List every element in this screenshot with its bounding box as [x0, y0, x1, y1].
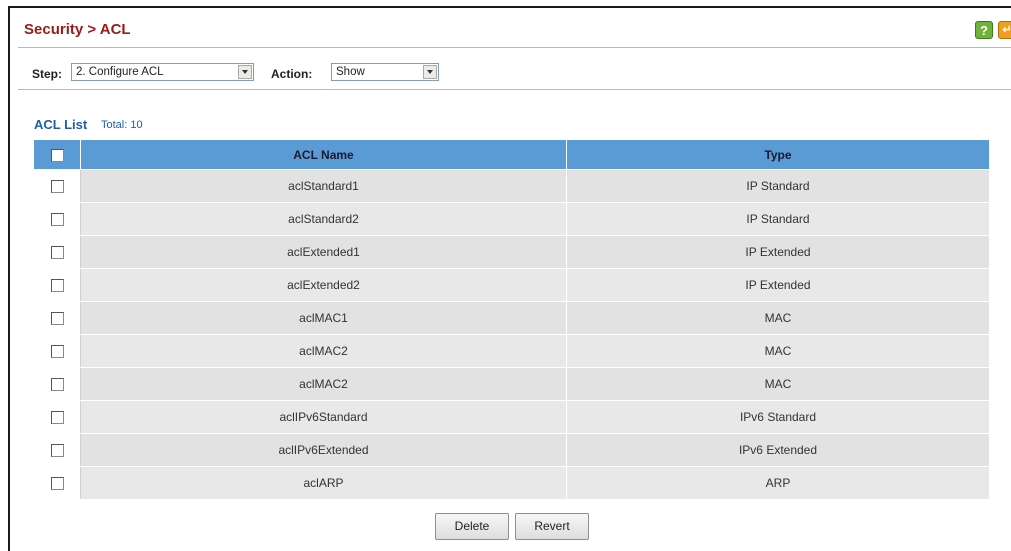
- row-select-cell: [33, 268, 81, 302]
- row-select-cell: [33, 169, 81, 203]
- acl-name-cell: aclARP: [80, 466, 567, 500]
- delete-button[interactable]: Delete: [435, 513, 509, 540]
- row-select-cell: [33, 334, 81, 368]
- action-select-value: Show: [336, 66, 365, 78]
- acl-name-cell: aclIPv6Extended: [80, 433, 567, 467]
- acl-name-cell: aclMAC2: [80, 334, 567, 368]
- row-checkbox[interactable]: [50, 312, 64, 326]
- table-row: aclExtended2 IP Extended: [33, 268, 990, 302]
- table-header-row: ACL Name Type: [33, 139, 990, 170]
- divider: [18, 47, 1011, 48]
- table-row: aclStandard2 IP Standard: [33, 202, 990, 236]
- acl-name-cell: aclExtended1: [80, 235, 567, 269]
- divider: [18, 89, 1011, 90]
- acl-total-count: Total: 10: [101, 119, 143, 131]
- acl-type-cell: IPv6 Extended: [566, 433, 990, 467]
- row-checkbox[interactable]: [50, 180, 64, 194]
- action-select[interactable]: Show: [331, 63, 439, 81]
- acl-name-cell: aclExtended2: [80, 268, 567, 302]
- table-row: aclMAC2 MAC: [33, 334, 990, 368]
- table-row: aclExtended1 IP Extended: [33, 235, 990, 269]
- table-row: aclMAC2 MAC: [33, 367, 990, 401]
- row-checkbox[interactable]: [50, 378, 64, 392]
- row-checkbox[interactable]: [50, 345, 64, 359]
- column-header-acl-name: ACL Name: [80, 139, 567, 170]
- acl-name-cell: aclIPv6Standard: [80, 400, 567, 434]
- row-checkbox[interactable]: [50, 279, 64, 293]
- step-select-value: 2. Configure ACL: [76, 66, 164, 78]
- row-checkbox[interactable]: [50, 246, 64, 260]
- row-select-cell: [33, 301, 81, 335]
- table-row: aclStandard1 IP Standard: [33, 169, 990, 203]
- row-select-cell: [33, 400, 81, 434]
- acl-name-cell: aclStandard2: [80, 202, 567, 236]
- table-row: aclIPv6Extended IPv6 Extended: [33, 433, 990, 467]
- acl-type-cell: IP Extended: [566, 268, 990, 302]
- return-icon[interactable]: ↵: [998, 21, 1011, 39]
- step-select[interactable]: 2. Configure ACL: [71, 63, 254, 81]
- row-select-cell: [33, 202, 81, 236]
- acl-table: ACL Name Type aclStandard1 IP Standard acl…: [33, 139, 990, 500]
- acl-name-cell: aclMAC2: [80, 367, 567, 401]
- table-row: aclMAC1 MAC: [33, 301, 990, 335]
- table-row: aclARP ARP: [33, 466, 990, 500]
- acl-type-cell: IP Standard: [566, 169, 990, 203]
- acl-type-cell: IPv6 Standard: [566, 400, 990, 434]
- acl-name-cell: aclMAC1: [80, 301, 567, 335]
- select-all-checkbox[interactable]: [50, 148, 64, 162]
- row-checkbox[interactable]: [50, 444, 64, 458]
- row-select-cell: [33, 466, 81, 500]
- revert-button[interactable]: Revert: [515, 513, 589, 540]
- acl-type-cell: MAC: [566, 367, 990, 401]
- acl-type-cell: ARP: [566, 466, 990, 500]
- row-checkbox[interactable]: [50, 477, 64, 491]
- row-checkbox[interactable]: [50, 411, 64, 425]
- row-select-cell: [33, 367, 81, 401]
- action-label: Action:: [271, 67, 313, 81]
- acl-type-cell: IP Extended: [566, 235, 990, 269]
- row-select-cell: [33, 433, 81, 467]
- row-select-cell: [33, 235, 81, 269]
- row-checkbox[interactable]: [50, 213, 64, 227]
- acl-list-title: ACL List: [34, 117, 88, 132]
- help-button[interactable]: ?: [975, 21, 993, 39]
- column-header-type: Type: [566, 139, 990, 170]
- table-row: aclIPv6Standard IPv6 Standard: [33, 400, 990, 434]
- acl-type-cell: MAC: [566, 301, 990, 335]
- select-all-cell: [33, 139, 81, 170]
- acl-name-cell: aclStandard1: [80, 169, 567, 203]
- step-label: Step:: [32, 67, 62, 81]
- acl-type-cell: IP Standard: [566, 202, 990, 236]
- acl-type-cell: MAC: [566, 334, 990, 368]
- chevron-down-icon[interactable]: [423, 65, 437, 79]
- chevron-down-icon[interactable]: [238, 65, 252, 79]
- page-title: Security > ACL: [24, 21, 131, 38]
